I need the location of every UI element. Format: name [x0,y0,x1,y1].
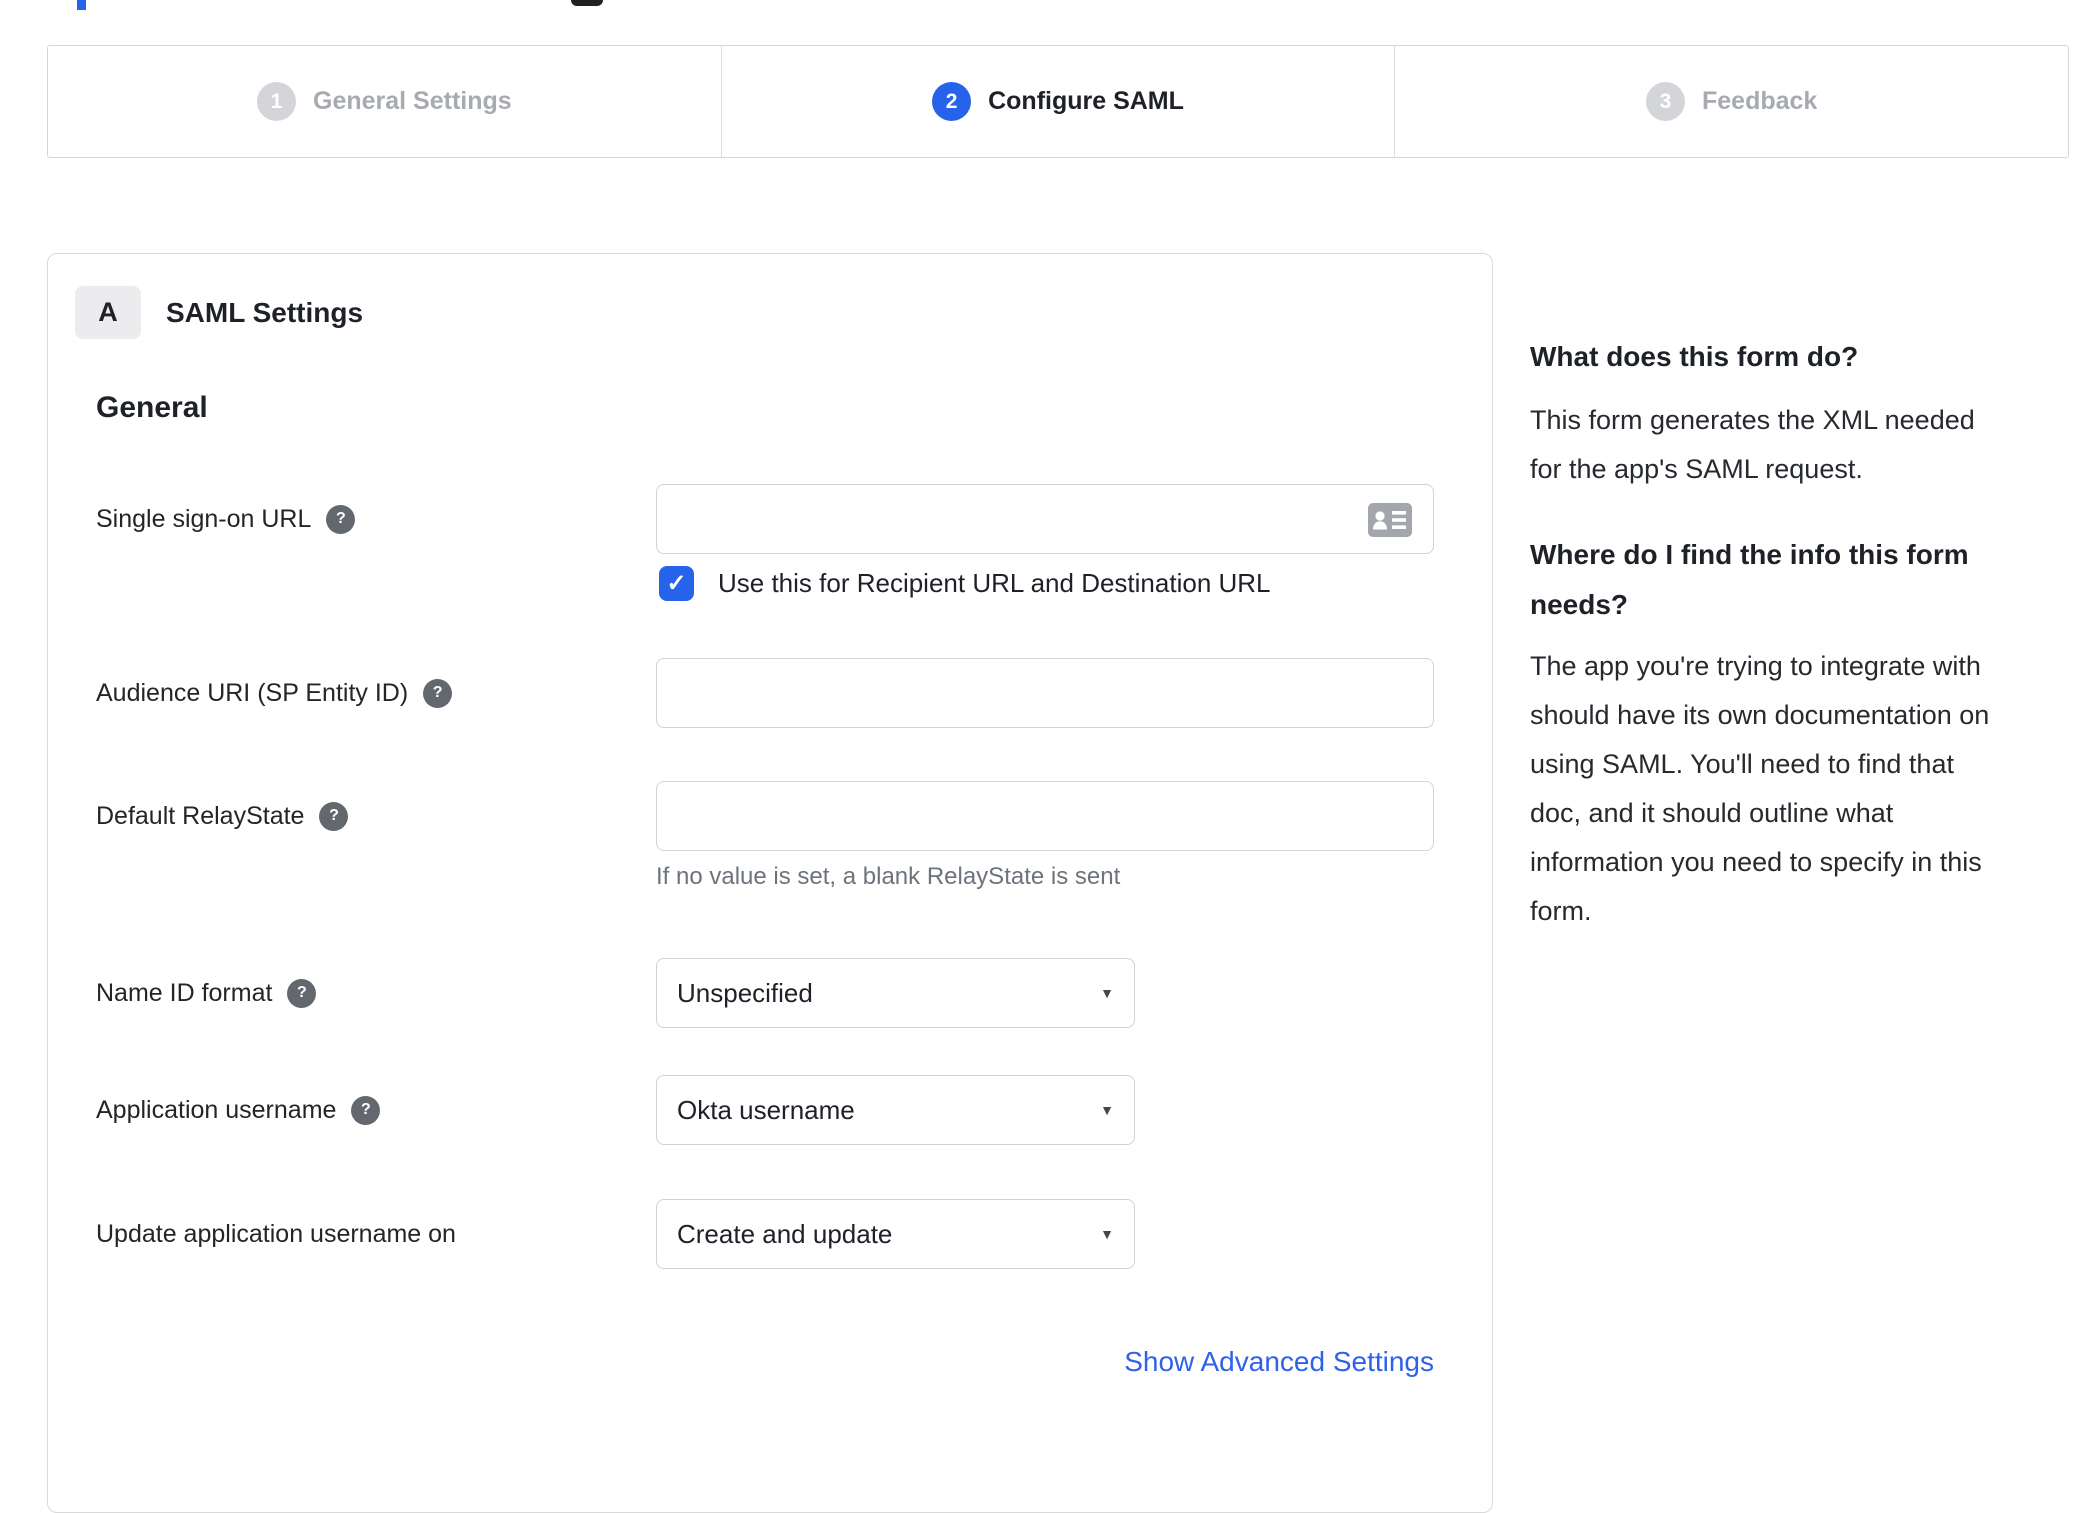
sso-url-help-icon[interactable]: ? [326,504,356,534]
step-2-number-badge: 2 [932,82,972,121]
relay-state-label: Default RelayState [96,801,305,830]
contact-card-icon [1368,503,1412,537]
clipped-logo-fragment [77,0,86,10]
application-username-help-icon[interactable]: ? [351,1095,381,1125]
recipient-url-checkbox-row: ✓ Use this for Recipient URL and Destina… [659,566,1271,601]
saml-settings-panel: A SAML Settings General Single sign-on U… [47,253,1493,1513]
clipped-icon-fragment [571,0,603,6]
sso-url-label: Single sign-on URL [96,504,312,533]
step-3-label: Feedback [1702,87,1818,115]
sso-url-input[interactable] [656,484,1434,554]
dropdown-caret-icon: ▼ [1100,985,1114,1001]
section-a-badge: A [75,286,141,339]
audience-uri-input[interactable] [656,658,1434,728]
show-advanced-settings-link[interactable]: Show Advanced Settings [656,1346,1434,1378]
update-username-label-row: Update application username on [96,1199,641,1269]
step-2-label: Configure SAML [988,87,1184,115]
audience-uri-label-row: Audience URI (SP Entity ID) ? [96,658,641,728]
step-1-label: General Settings [313,87,512,115]
dropdown-caret-icon: ▼ [1100,1226,1114,1242]
wizard-stepper: 1 General Settings 2 Configure SAML 3 Fe… [47,45,2069,158]
relay-state-hint: If no value is set, a blank RelayState i… [656,863,1121,890]
sidebar-heading-where: Where do I find the info this form needs… [1530,539,1969,620]
step-configure-saml[interactable]: 2 Configure SAML [720,46,1395,157]
application-username-label-row: Application username ? [96,1075,641,1145]
sso-url-label-row: Single sign-on URL ? [96,484,641,554]
application-username-selected-value: Okta username [677,1094,855,1125]
step-3-number-badge: 3 [1646,82,1685,121]
audience-uri-label: Audience URI (SP Entity ID) [96,678,409,707]
name-id-format-label-row: Name ID format ? [96,958,641,1028]
relay-state-input[interactable] [656,781,1434,851]
application-username-label: Application username [96,1095,337,1124]
name-id-format-select[interactable]: Unspecified ▼ [656,958,1135,1028]
sidebar-paragraph-what: This form generates the XML needed for t… [1530,405,1975,484]
update-username-label: Update application username on [96,1219,456,1248]
relay-state-label-row: Default RelayState ? [96,781,641,851]
audience-uri-help-icon[interactable]: ? [423,678,453,708]
use-for-recipient-url-checkbox-label: Use this for Recipient URL and Destinati… [718,568,1271,598]
step-feedback[interactable]: 3 Feedback [1394,46,2068,157]
name-id-format-label: Name ID format [96,978,273,1007]
panel-title: SAML Settings [166,296,364,328]
use-for-recipient-url-checkbox[interactable]: ✓ [659,566,694,601]
sidebar-paragraph-where: The app you're trying to integrate with … [1530,651,1990,926]
name-id-format-selected-value: Unspecified [677,977,813,1008]
update-username-selected-value: Create and update [677,1218,893,1249]
name-id-format-help-icon[interactable]: ? [287,978,317,1008]
sidebar-heading-what: What does this form do? [1530,341,1859,372]
application-username-select[interactable]: Okta username ▼ [656,1075,1135,1145]
step-1-number-badge: 1 [257,82,296,121]
update-username-select[interactable]: Create and update ▼ [656,1199,1135,1269]
general-group-heading: General [96,391,208,424]
step-general-settings[interactable]: 1 General Settings [48,46,721,157]
relay-state-help-icon[interactable]: ? [319,801,349,831]
dropdown-caret-icon: ▼ [1100,1102,1114,1118]
